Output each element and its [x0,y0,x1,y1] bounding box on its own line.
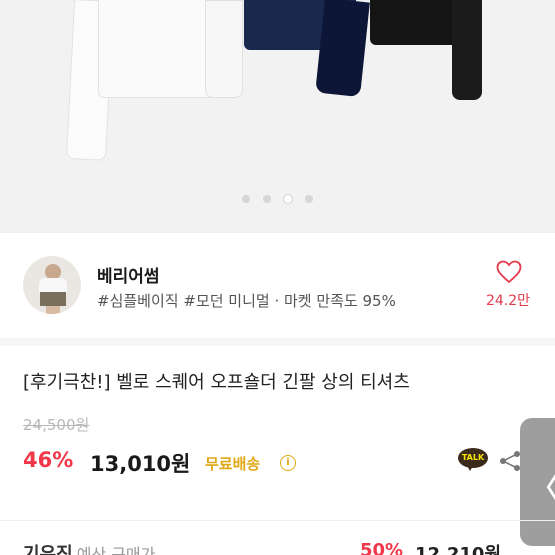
expected-price-title: 기우진 [23,544,73,555]
seller-name[interactable]: 베리어썸 [97,262,160,287]
discount-rate: 46% [23,448,74,472]
info-icon[interactable]: i [280,455,296,471]
chevron-left-icon: 〈 [532,468,555,505]
like-count: 24.2만 [485,293,531,309]
carousel-dot[interactable] [305,195,313,203]
heart-icon[interactable] [496,260,522,284]
carousel-dot[interactable] [242,195,250,203]
avatar-figure-skirt [40,292,66,306]
expected-discount-rate: 50% [360,540,404,555]
product-image-carousel[interactable] [0,0,555,232]
talk-icon-tail [466,464,474,471]
seller-info-row[interactable]: 베리어썸 #심플베이직 #모던 미니멀 · 마켓 만족도 95% 24.2만 [0,250,555,322]
product-title: [후기극찬!] 벨로 스퀘어 오프숄더 긴팔 상의 티셔츠 [23,372,410,393]
expected-price-subtitle: 예산 구매가 [76,545,156,555]
side-panel-handle[interactable]: 〈 [520,418,555,546]
carousel-pagination [0,195,555,203]
sale-price: 13,010원 [90,452,191,476]
kakao-talk-button[interactable]: TALK [458,448,488,472]
product-photo-black-top-sleeve [452,0,482,100]
expected-price-row: 기우진 예산 구매가 50% 12,210원 [0,540,555,555]
seller-tags: #심플베이직 #모던 미니멀 · 마켓 만족도 95% [97,292,396,310]
avatar-figure-legs [46,306,60,314]
share-icon[interactable] [498,450,522,472]
expected-price: 12,210원 [415,544,502,555]
seller-avatar[interactable] [23,256,81,314]
expected-price-label: 기우진 예산 구매가 [23,540,155,555]
carousel-dot-active[interactable] [284,195,292,203]
original-price: 24,500원 [23,416,90,434]
product-photo-navy-top-sleeve [315,0,370,98]
section-divider [0,338,555,346]
free-shipping-label: 무료배송 [205,455,261,473]
section-divider [0,232,555,233]
carousel-dot[interactable] [263,195,271,203]
product-photo-white-top-sleeve-right [205,0,243,98]
section-divider [0,520,555,521]
